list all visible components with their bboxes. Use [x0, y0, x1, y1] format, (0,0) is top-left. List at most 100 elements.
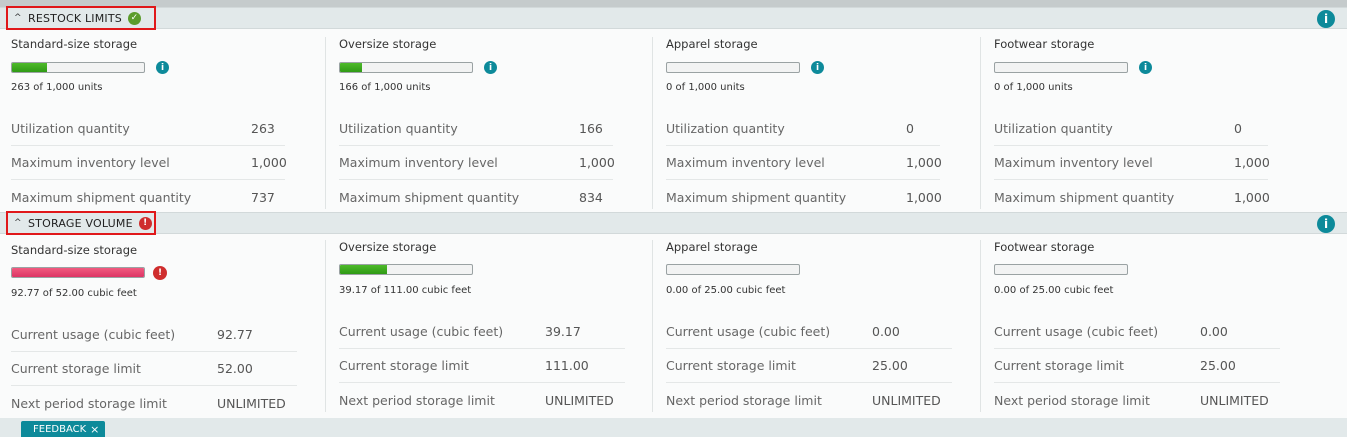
metric-row: Current storage limit 25.00	[666, 349, 952, 383]
metric-value: 25.00	[1200, 358, 1236, 373]
storage-type-label: Standard-size storage	[11, 37, 138, 51]
metric-label: Maximum shipment quantity	[339, 189, 520, 205]
storage-panel: Oversize storage 39.17 of 111.00 cubic fe…	[325, 240, 667, 412]
progress-bar-fill	[340, 265, 387, 274]
progress-bar	[339, 264, 473, 275]
metric-row: Maximum shipment quantity 834	[339, 180, 613, 214]
metric-label: Maximum shipment quantity	[11, 189, 192, 205]
metric-row: Maximum shipment quantity 1,000	[666, 180, 942, 214]
metric-label: Next period storage limit	[994, 392, 1150, 408]
metric-label: Next period storage limit	[11, 395, 167, 411]
metric-value: 52.00	[217, 361, 253, 376]
metric-label: Maximum inventory level	[994, 155, 1153, 170]
feedback-button[interactable]: FEEDBACK ×	[21, 421, 106, 437]
metric-row: Maximum inventory level 1,000	[994, 146, 1270, 180]
warning-icon: !	[153, 266, 167, 280]
metric-row: Next period storage limit UNLIMITED	[994, 383, 1280, 417]
chevron-up-icon: ^	[14, 13, 22, 23]
storage-volume-title: STORAGE VOLUME	[28, 216, 133, 230]
metric-label: Current storage limit	[994, 358, 1124, 373]
storage-type-label: Footwear storage	[994, 37, 1095, 51]
storage-panel: Standard-size storage i 263 of 1,000 units…	[11, 37, 339, 209]
info-icon[interactable]: i	[484, 61, 497, 74]
info-icon[interactable]: i	[156, 61, 169, 74]
metric-value: UNLIMITED	[1200, 392, 1269, 408]
metric-row: Utilization quantity 166	[339, 112, 613, 146]
usage-summary: 0 of 1,000 units	[666, 82, 745, 93]
metric-value: UNLIMITED	[217, 395, 286, 411]
storage-volume-toggle[interactable]: ^ STORAGE VOLUME !	[6, 211, 156, 235]
metric-row: Next period storage limit UNLIMITED	[339, 383, 625, 417]
metric-value: 166	[579, 121, 603, 136]
panel-divider	[980, 37, 981, 209]
metric-label: Maximum inventory level	[11, 155, 170, 170]
info-icon[interactable]: i	[1317, 215, 1335, 233]
restock-limits-toggle[interactable]: ^ RESTOCK LIMITS ✓	[6, 6, 156, 30]
usage-summary: 0 of 1,000 units	[994, 82, 1073, 93]
metric-label: Next period storage limit	[666, 392, 822, 408]
metric-label: Current usage (cubic feet)	[994, 324, 1159, 339]
storage-panel: Apparel storage 0.00 of 25.00 cubic feet C…	[652, 240, 994, 412]
storage-panel: Footwear storage 0.00 of 25.00 cubic feet…	[980, 240, 1322, 412]
progress-bar	[339, 62, 473, 73]
metric-label: Utilization quantity	[11, 121, 130, 136]
metric-label: Maximum shipment quantity	[666, 189, 847, 205]
feedback-label: FEEDBACK	[33, 423, 87, 435]
metric-row: Utilization quantity 263	[11, 112, 285, 146]
progress-bar	[666, 264, 800, 275]
progress-bar	[11, 62, 145, 73]
metric-row: Current usage (cubic feet) 39.17	[339, 315, 625, 349]
metric-label: Utilization quantity	[994, 121, 1113, 136]
metric-value: 1,000	[1234, 189, 1270, 205]
metric-value: 111.00	[545, 358, 589, 373]
metric-value: 0.00	[872, 324, 900, 339]
metric-value: 737	[251, 189, 275, 205]
metric-label: Current usage (cubic feet)	[339, 324, 504, 339]
metric-value: 92.77	[217, 327, 253, 342]
metric-row: Current storage limit 52.00	[11, 352, 297, 386]
metric-value: 25.00	[872, 358, 908, 373]
metric-value: UNLIMITED	[545, 392, 614, 408]
metric-value: 1,000	[906, 155, 942, 170]
progress-bar-fill	[12, 63, 47, 72]
metric-row: Maximum inventory level 1,000	[339, 146, 615, 180]
metric-label: Current storage limit	[339, 358, 469, 373]
metric-row: Maximum shipment quantity 1,000	[994, 180, 1270, 214]
footer-bar	[0, 418, 1347, 437]
panel-divider	[652, 37, 653, 209]
info-icon[interactable]: i	[811, 61, 824, 74]
close-icon[interactable]: ×	[90, 423, 99, 436]
check-circle-icon: ✓	[127, 11, 141, 25]
metric-row: Utilization quantity 0	[994, 112, 1268, 146]
storage-type-label: Standard-size storage	[11, 243, 138, 257]
storage-panel: Footwear storage i 0 of 1,000 units Utiliza…	[980, 37, 1322, 209]
metric-value: UNLIMITED	[872, 392, 941, 408]
info-icon[interactable]: i	[1139, 61, 1152, 74]
progress-bar	[11, 267, 145, 278]
metric-label: Current usage (cubic feet)	[666, 324, 831, 339]
metric-row: Next period storage limit UNLIMITED	[666, 383, 952, 417]
storage-type-label: Apparel storage	[666, 37, 758, 51]
metric-row: Current usage (cubic feet) 0.00	[994, 315, 1280, 349]
panel-divider	[325, 240, 326, 412]
metric-label: Current storage limit	[11, 361, 141, 376]
usage-summary: 0.00 of 25.00 cubic feet	[994, 285, 1114, 296]
restock-limits-title: RESTOCK LIMITS	[28, 11, 122, 25]
info-icon[interactable]: i	[1317, 10, 1335, 28]
metric-row: Current storage limit 25.00	[994, 349, 1280, 383]
progress-bar	[994, 264, 1128, 275]
usage-summary: 166 of 1,000 units	[339, 82, 431, 93]
metric-label: Utilization quantity	[666, 121, 785, 136]
metric-row: Utilization quantity 0	[666, 112, 940, 146]
usage-summary: 92.77 of 52.00 cubic feet	[11, 288, 137, 299]
storage-type-label: Oversize storage	[339, 37, 437, 51]
metric-label: Utilization quantity	[339, 121, 458, 136]
progress-bar-fill	[12, 268, 144, 277]
metric-label: Maximum inventory level	[666, 155, 825, 170]
metric-value: 0	[1234, 121, 1242, 136]
metric-label: Maximum shipment quantity	[994, 189, 1175, 205]
metric-row: Maximum inventory level 1,000	[666, 146, 942, 180]
usage-summary: 0.00 of 25.00 cubic feet	[666, 285, 786, 296]
metric-value: 1,000	[1234, 155, 1270, 170]
progress-bar	[666, 62, 800, 73]
